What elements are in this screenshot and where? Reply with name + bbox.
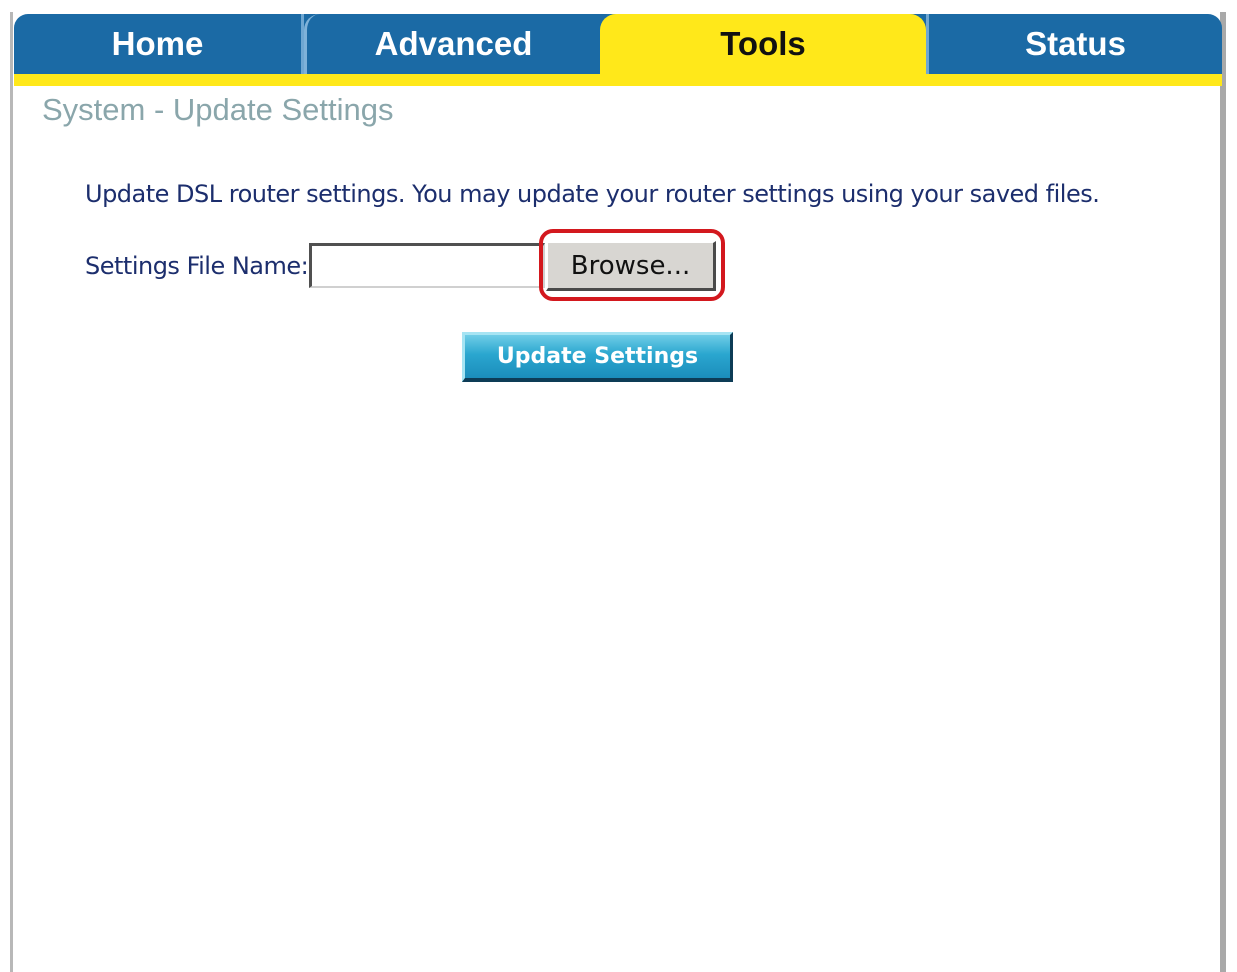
settings-file-label: Settings File Name: — [85, 252, 309, 280]
content-frame — [10, 12, 1226, 972]
page-title: System - Update Settings — [42, 92, 394, 127]
tab-status[interactable]: Status — [926, 14, 1222, 74]
nav-underline — [14, 74, 1222, 86]
browse-button[interactable]: Browse... — [546, 241, 716, 291]
tab-home[interactable]: Home — [14, 14, 304, 74]
tab-advanced[interactable]: Advanced — [304, 14, 600, 74]
settings-file-input[interactable] — [309, 243, 545, 288]
page-description: Update DSL router settings. You may upda… — [85, 180, 1100, 208]
update-settings-button[interactable]: Update Settings — [462, 332, 733, 382]
tab-tools[interactable]: Tools — [600, 14, 926, 74]
main-nav: Home Advanced Tools Status — [14, 14, 1222, 74]
